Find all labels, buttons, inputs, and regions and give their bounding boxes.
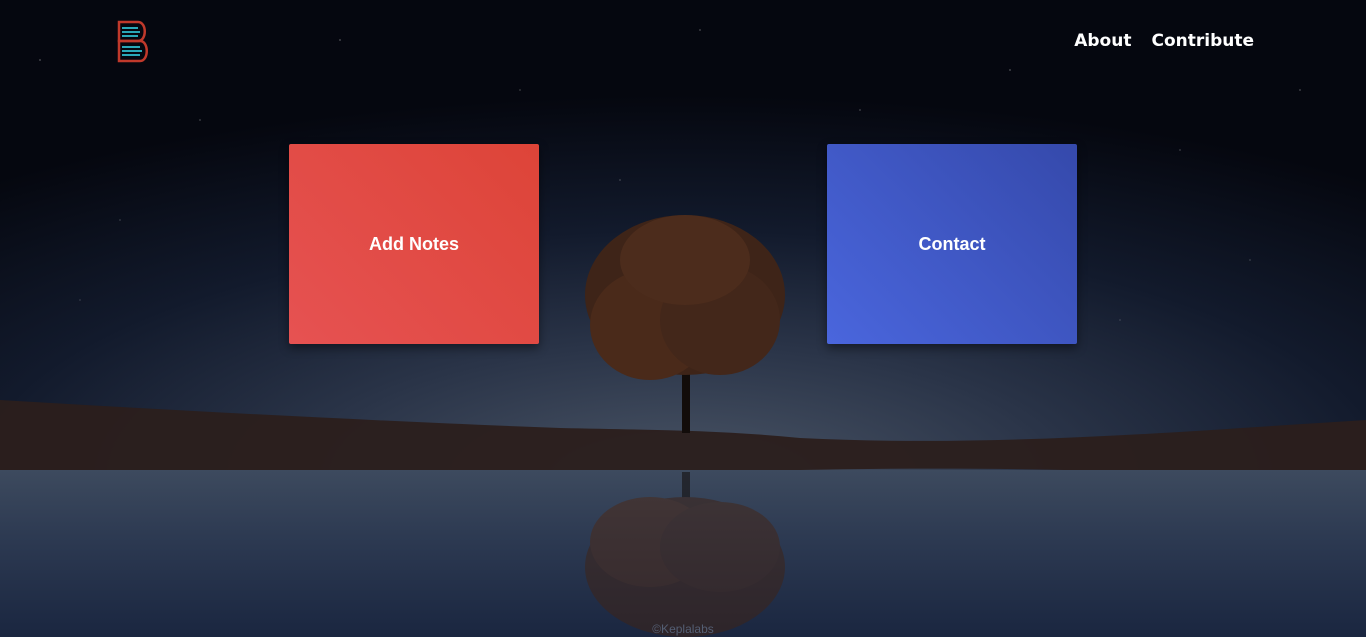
tree-reflection	[585, 472, 785, 637]
nav-contribute-link[interactable]: Contribute	[1151, 31, 1254, 51]
top-nav: About Contribute	[1074, 31, 1254, 51]
book-stack-logo-icon[interactable]	[116, 20, 150, 64]
page: About Contribute Add Notes Contact ©Kepl…	[0, 0, 1366, 637]
add-notes-card[interactable]: Add Notes	[289, 144, 539, 344]
contact-label: Contact	[918, 233, 986, 254]
tree-silhouette	[585, 215, 785, 433]
nav-about-link[interactable]: About	[1074, 31, 1131, 51]
copyright-footer: ©Keplalabs	[652, 622, 714, 636]
add-notes-label: Add Notes	[369, 233, 459, 254]
contact-card[interactable]: Contact	[827, 144, 1077, 344]
